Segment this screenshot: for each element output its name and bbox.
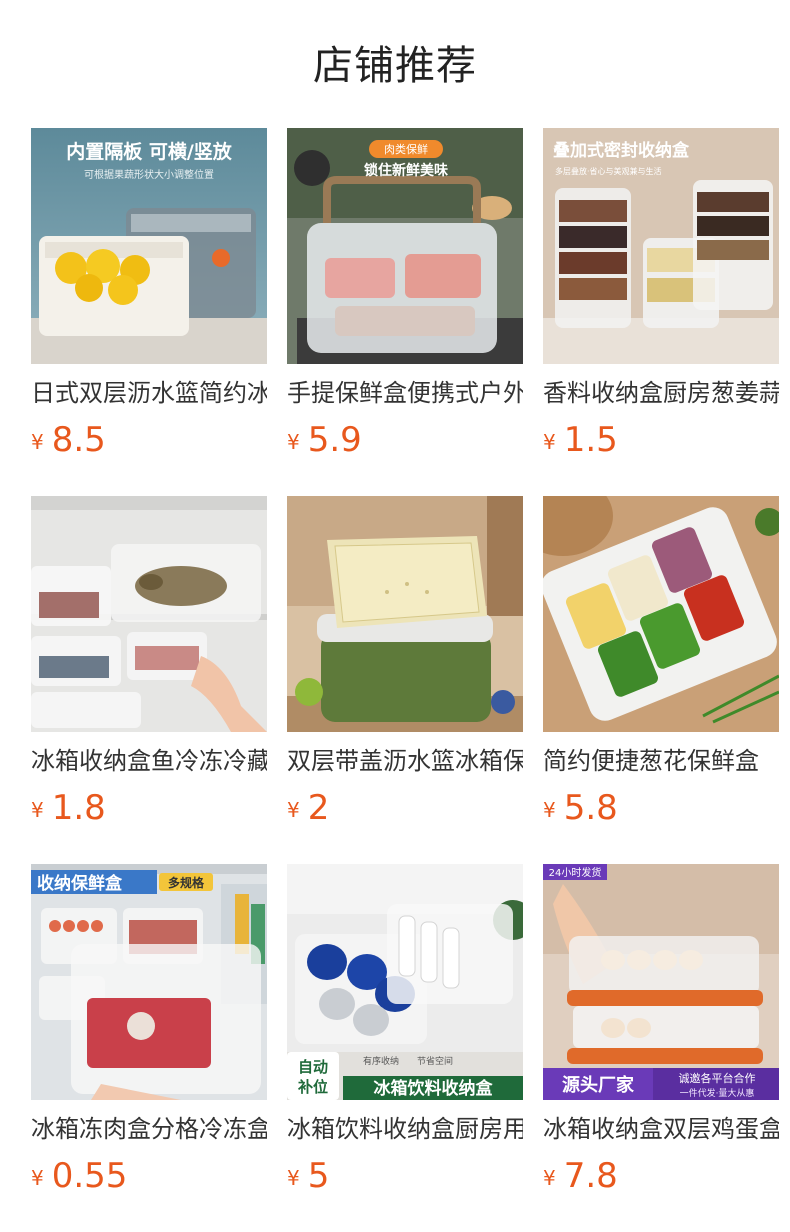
overlay-side-line2: 一件代发·量大从惠 <box>680 1087 755 1099</box>
overlay-badge: 多规格 <box>168 875 205 890</box>
product-image[interactable]: 24小时发货 源头厂家 诚邀各平台合作 一件代发·量大从惠 <box>543 864 779 1100</box>
store-recommend-page: 店铺推荐 内置隔板 可横/竖放 可根据果蔬形状大小调整位置 日式双层沥水篮简约冰… <box>0 0 790 1232</box>
overlay-banner: 冰箱饮料收纳盒 <box>374 1078 494 1099</box>
price-value: 0.55 <box>51 1156 128 1196</box>
product-price: ¥7.8 <box>543 1154 618 1198</box>
overlay-headline: 叠加式密封收纳盒 <box>553 140 690 161</box>
product-image[interactable] <box>31 496 267 732</box>
price-value: 5.8 <box>563 788 618 828</box>
product-card[interactable]: 双层带盖沥水篮冰箱保鲜 ¥2 <box>287 496 523 836</box>
product-name: 日式双层沥水篮简约冰箱收纳盒 <box>31 379 267 407</box>
product-image[interactable] <box>543 496 779 732</box>
price-value: 7.8 <box>563 1156 618 1196</box>
product-image[interactable] <box>287 496 523 732</box>
product-image[interactable]: 自动 补位 有序收纳 节省空间 冰箱饮料收纳盒 <box>287 864 523 1100</box>
product-price: ¥5 <box>287 1154 329 1198</box>
overlay-subline: 可根据果蔬形状大小调整位置 <box>84 168 214 181</box>
product-price: ¥0.55 <box>31 1154 127 1198</box>
currency-symbol: ¥ <box>287 1166 300 1190</box>
overlay-tag-line1: 有序收纳 <box>363 1055 399 1067</box>
product-card[interactable]: 肉类保鲜 锁住新鲜美味 手提保鲜盒便携式户外野餐 ¥5.9 <box>287 128 523 468</box>
product-image[interactable]: 肉类保鲜 锁住新鲜美味 <box>287 128 523 364</box>
price-value: 5.9 <box>307 420 362 460</box>
price-value: 2 <box>307 788 330 828</box>
currency-symbol: ¥ <box>543 1166 556 1190</box>
product-card[interactable]: 内置隔板 可横/竖放 可根据果蔬形状大小调整位置 日式双层沥水篮简约冰箱收纳盒 … <box>31 128 267 468</box>
currency-symbol: ¥ <box>31 430 44 454</box>
product-price: ¥5.8 <box>543 786 618 830</box>
product-card[interactable]: 24小时发货 源头厂家 诚邀各平台合作 一件代发·量大从惠 冰箱收纳盒双层鸡蛋盒… <box>543 864 779 1204</box>
currency-symbol: ¥ <box>543 430 556 454</box>
product-name: 冰箱收纳盒鱼冷冻冷藏 <box>31 747 267 775</box>
overlay-headline: 锁住新鲜美味 <box>364 162 448 179</box>
overlay-badge-line2: 补位 <box>297 1078 328 1096</box>
product-price: ¥1.8 <box>31 786 106 830</box>
overlay-banner: 源头厂家 <box>562 1074 635 1096</box>
product-price: ¥5.9 <box>287 418 362 462</box>
product-name: 冰箱收纳盒双层鸡蛋盒 <box>543 1115 779 1143</box>
product-name: 香料收纳盒厨房葱姜蒜 <box>543 379 779 407</box>
product-image[interactable]: 内置隔板 可横/竖放 可根据果蔬形状大小调整位置 <box>31 128 267 364</box>
product-name: 手提保鲜盒便携式户外野餐 <box>287 379 523 407</box>
product-price: ¥2 <box>287 786 329 830</box>
overlay-tag-line2: 节省空间 <box>417 1055 453 1067</box>
currency-symbol: ¥ <box>287 798 300 822</box>
overlay-side-line1: 诚邀各平台合作 <box>679 1071 756 1085</box>
product-card[interactable]: 冰箱收纳盒鱼冷冻冷藏 ¥1.8 <box>31 496 267 836</box>
product-name: 冰箱饮料收纳盒厨房用 <box>287 1115 523 1143</box>
product-image[interactable]: 收纳保鲜盒 多规格 <box>31 864 267 1100</box>
currency-symbol: ¥ <box>543 798 556 822</box>
overlay-subline: 多层叠放·省心与美观兼与生活 <box>555 166 662 176</box>
product-card[interactable]: 叠加式密封收纳盒 多层叠放·省心与美观兼与生活 香料收纳盒厨房葱姜蒜 ¥1.5 <box>543 128 779 468</box>
product-card[interactable]: 自动 补位 有序收纳 节省空间 冰箱饮料收纳盒 冰箱饮料收纳盒厨房用 ¥5 <box>287 864 523 1204</box>
price-value: 8.5 <box>51 420 106 460</box>
section-title: 店铺推荐 <box>313 43 477 89</box>
product-price: ¥8.5 <box>31 418 106 462</box>
product-image[interactable]: 叠加式密封收纳盒 多层叠放·省心与美观兼与生活 <box>543 128 779 364</box>
price-value: 1.5 <box>563 420 618 460</box>
currency-symbol: ¥ <box>31 798 44 822</box>
product-name: 简约便捷葱花保鲜盒 <box>543 747 759 775</box>
overlay-corner: 24小时发货 <box>549 866 602 879</box>
overlay-badge: 肉类保鲜 <box>384 142 428 156</box>
overlay-headline: 收纳保鲜盒 <box>37 873 123 894</box>
price-value: 5 <box>307 1156 330 1196</box>
price-value: 1.8 <box>51 788 106 828</box>
overlay-badge-line1: 自动 <box>298 1058 328 1076</box>
product-card[interactable]: 简约便捷葱花保鲜盒 ¥5.8 <box>543 496 779 836</box>
currency-symbol: ¥ <box>287 430 300 454</box>
overlay-headline: 内置隔板 可横/竖放 <box>66 140 233 163</box>
product-name: 双层带盖沥水篮冰箱保鲜 <box>287 747 523 775</box>
currency-symbol: ¥ <box>31 1166 44 1190</box>
product-price: ¥1.5 <box>543 418 618 462</box>
product-card[interactable]: 收纳保鲜盒 多规格 冰箱冻肉盒分格冷冻盒 ¥0.55 <box>31 864 267 1204</box>
product-name: 冰箱冻肉盒分格冷冻盒 <box>31 1115 267 1143</box>
